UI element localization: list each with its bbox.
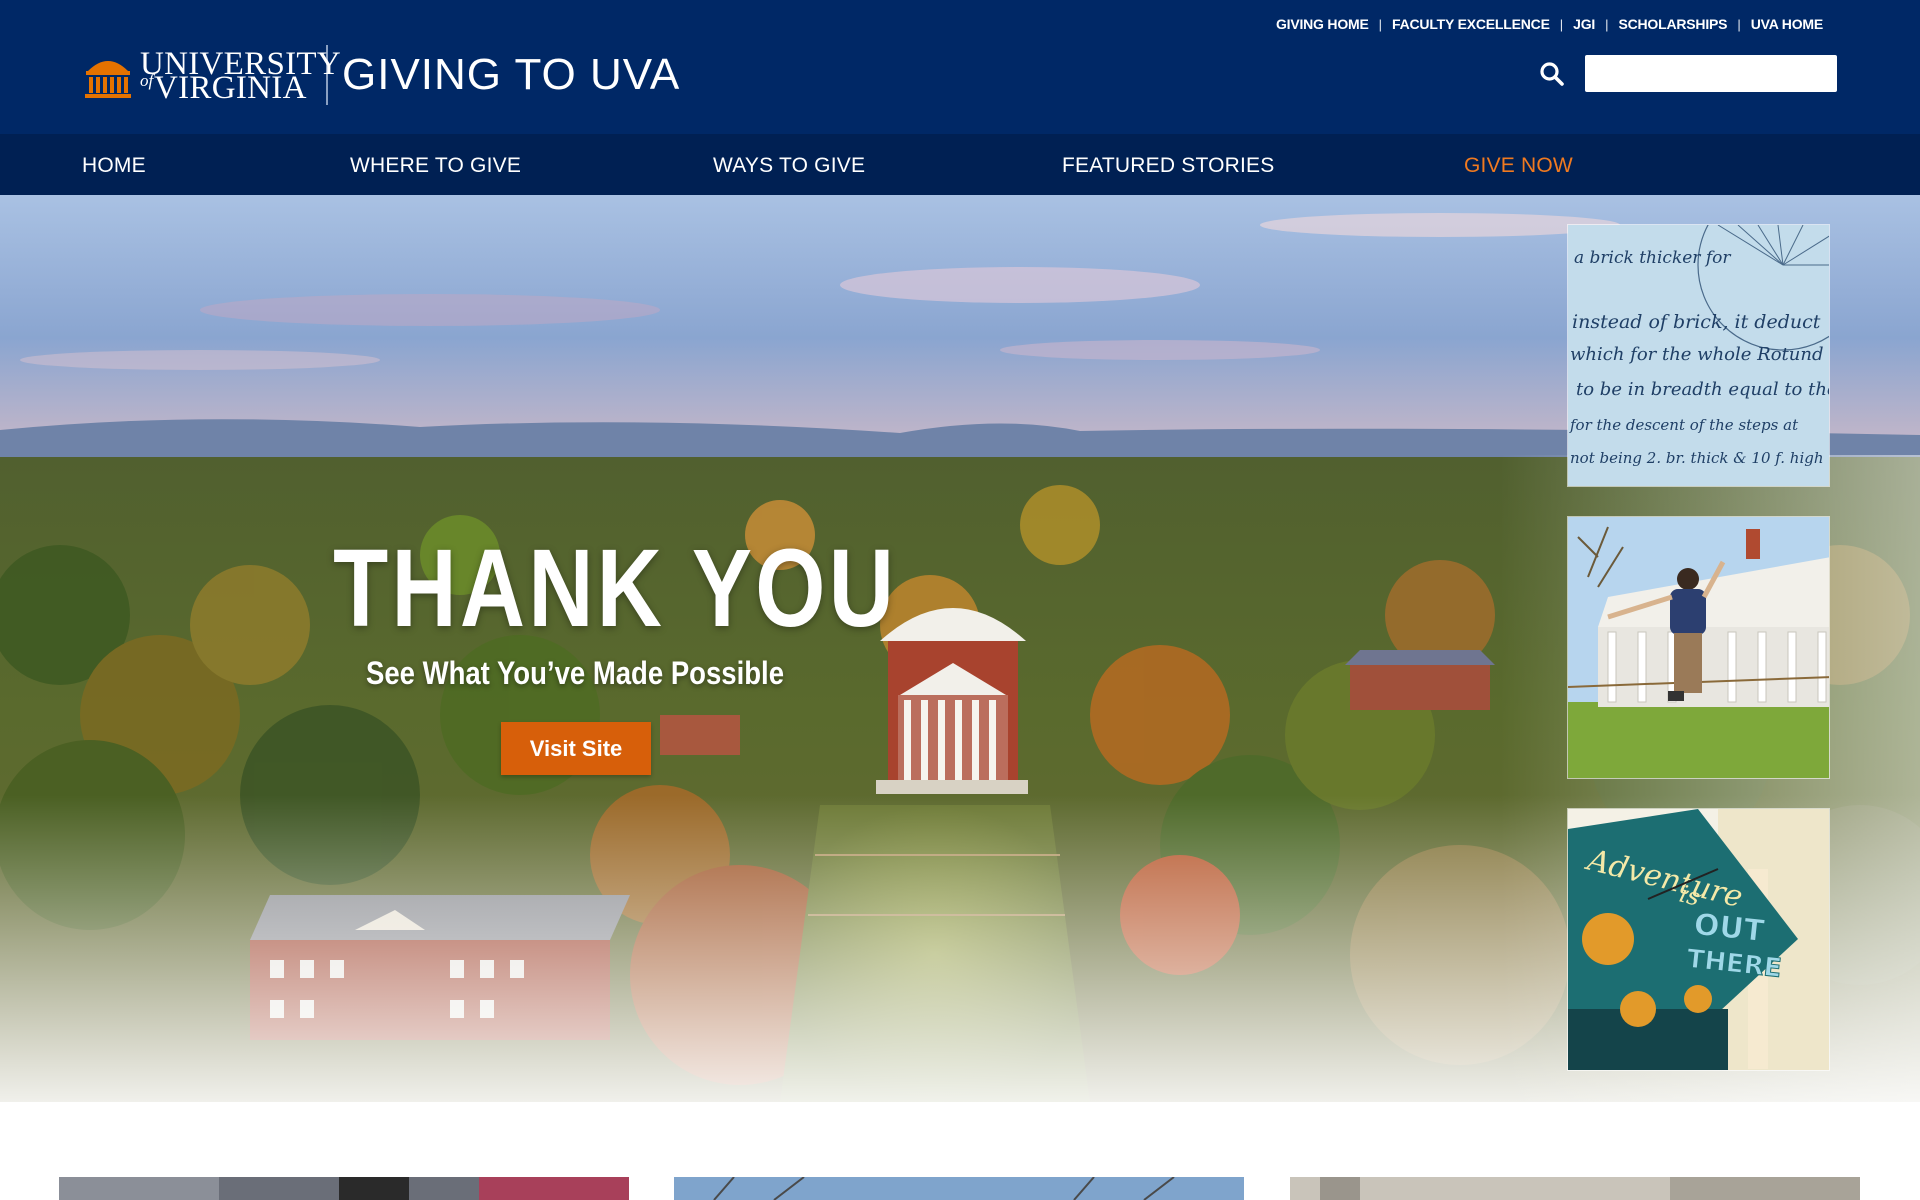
slackline-image <box>1568 517 1829 778</box>
university-wordmark: UNIVERSITY of VIRGINIA <box>140 46 341 106</box>
graduation-cap-thumbnail[interactable]: Adventure is OUT THERE <box>1567 808 1830 1071</box>
hero-banner: THANK YOU See What You’ve Made Possible … <box>0 195 1920 1102</box>
utility-link-scholarships[interactable]: SCHOLARSHIPS <box>1618 16 1727 32</box>
manuscript-image: a brick thicker for instead of brick, it… <box>1568 225 1830 486</box>
utility-separator: | <box>1605 16 1609 32</box>
utility-separator: | <box>1559 16 1564 32</box>
slackline-thumbnail[interactable] <box>1567 516 1830 779</box>
utility-link-jgi[interactable]: JGI <box>1573 16 1595 32</box>
story-card-2[interactable] <box>674 1177 1244 1200</box>
story-card-3[interactable] <box>1290 1177 1860 1200</box>
wordmark-line-2: VIRGINIA <box>154 70 307 106</box>
utility-link-giving-home[interactable]: GIVING HOME <box>1276 16 1369 32</box>
utility-link-faculty-excellence[interactable]: FACULTY EXCELLENCE <box>1392 16 1550 32</box>
nav-item-featured-stories[interactable]: FEATURED STORIES <box>1062 134 1274 195</box>
manuscript-thumbnail[interactable]: a brick thicker for instead of brick, it… <box>1567 224 1830 487</box>
manuscript-line-6: not being 2. br. thick & 10 f. high <box>1570 449 1824 467</box>
search-icon[interactable] <box>1538 60 1566 88</box>
nav-item-give-now[interactable]: GIVE NOW <box>1464 134 1573 195</box>
cap-text-3: OUT <box>1692 907 1766 949</box>
wordmark-of: of <box>140 71 154 90</box>
site-title: GIVING TO UVA <box>342 50 681 99</box>
site-logo[interactable]: UNIVERSITY of VIRGINIA GIVING TO UVA <box>82 44 680 106</box>
rotunda-icon <box>85 61 131 98</box>
manuscript-line-3: which for the whole Rotund <box>1570 344 1823 365</box>
utility-separator: | <box>1378 16 1383 32</box>
main-nav: HOME WHERE TO GIVE WAYS TO GIVE FEATURED… <box>0 134 1920 195</box>
utility-link-uva-home[interactable]: UVA HOME <box>1751 16 1823 32</box>
graduation-cap-image: Adventure is OUT THERE <box>1568 809 1829 1070</box>
manuscript-line-5: for the descent of the steps at <box>1569 416 1799 434</box>
manuscript-line-2: instead of brick, it deduct <box>1572 311 1821 333</box>
nav-item-home[interactable]: HOME <box>82 134 146 195</box>
story-card-1-image <box>59 1177 629 1200</box>
story-card-2-image <box>674 1177 1244 1200</box>
story-card-1[interactable] <box>59 1177 629 1200</box>
search-input[interactable] <box>1585 55 1837 92</box>
site-header: GIVING HOME | FACULTY EXCELLENCE | JGI |… <box>0 0 1920 134</box>
utility-nav: GIVING HOME | FACULTY EXCELLENCE | JGI |… <box>1276 16 1823 32</box>
manuscript-line-4: to be in breadth equal to the <box>1576 379 1830 400</box>
utility-separator: | <box>1737 16 1741 32</box>
manuscript-line-1: a brick thicker for <box>1574 248 1731 268</box>
visit-site-button[interactable]: Visit Site <box>501 722 651 775</box>
nav-item-where-to-give[interactable]: WHERE TO GIVE <box>350 134 521 195</box>
hero-subtitle: See What You’ve Made Possible <box>365 655 785 691</box>
nav-item-ways-to-give[interactable]: WAYS TO GIVE <box>713 134 865 195</box>
story-card-3-image <box>1290 1177 1860 1200</box>
hero-title: THANK YOU <box>333 527 898 650</box>
